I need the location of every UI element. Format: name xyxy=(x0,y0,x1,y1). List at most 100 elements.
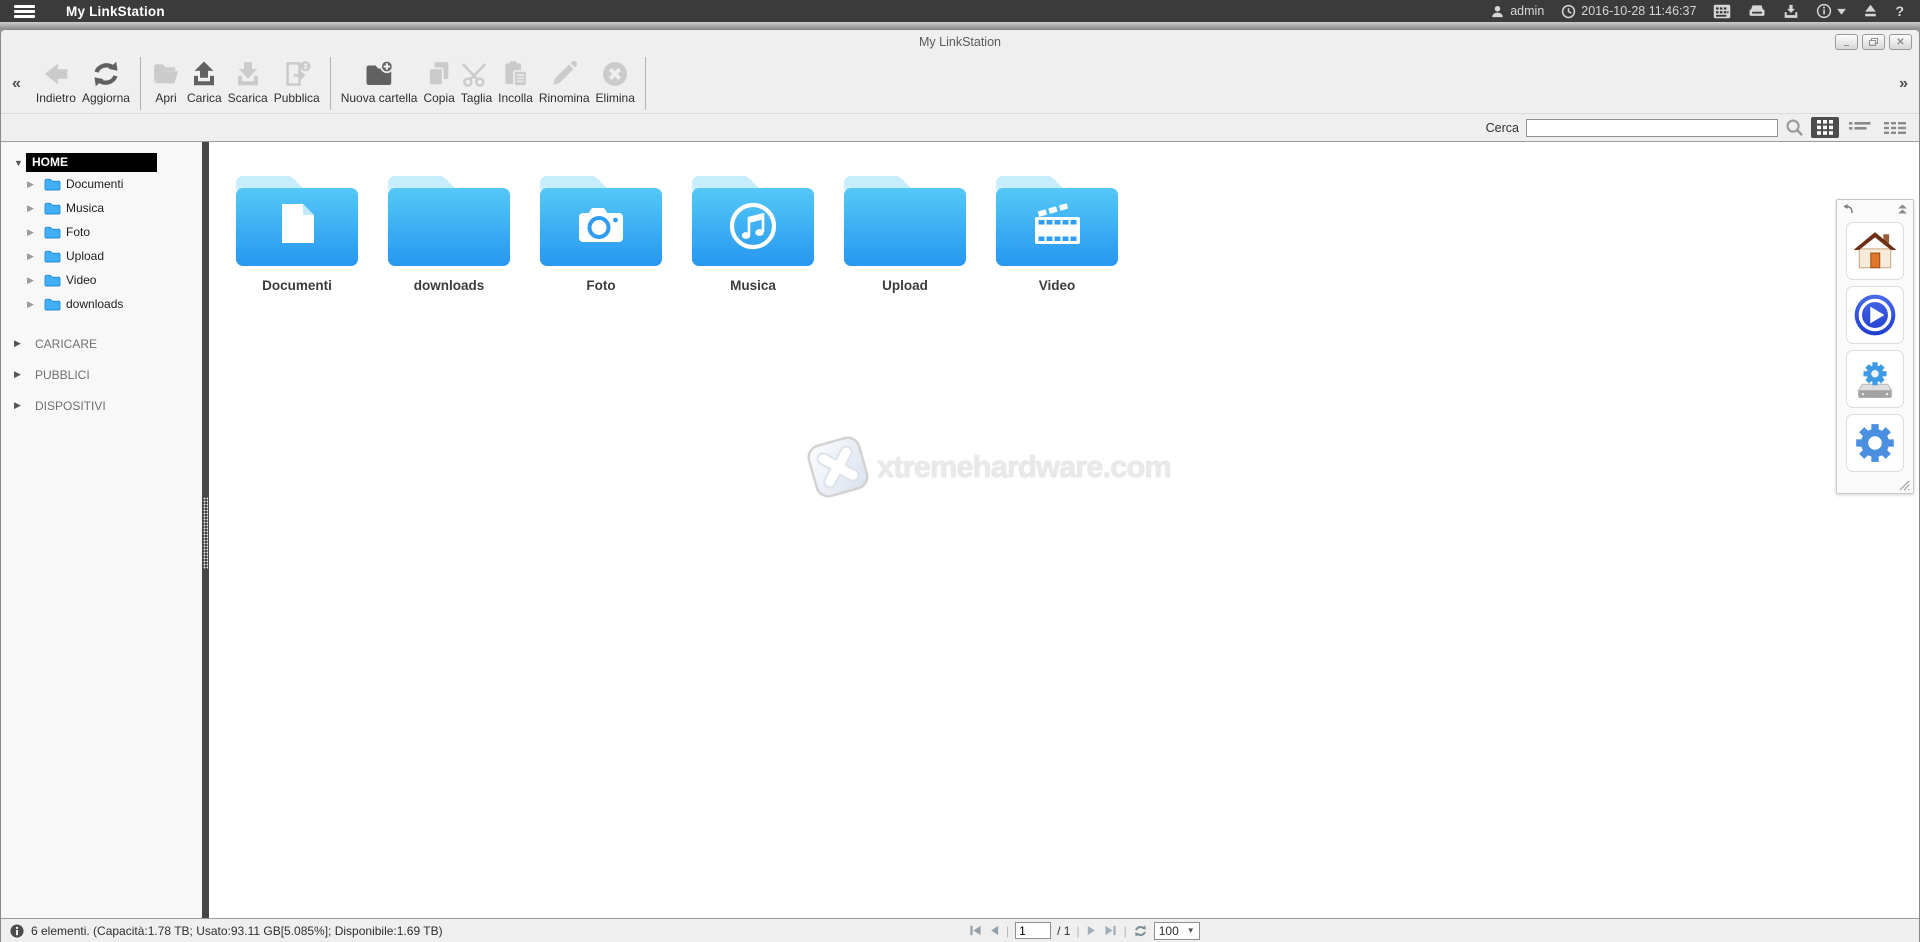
expander-right-icon[interactable]: ▶ xyxy=(27,251,39,262)
toolbar: « Indietro Aggiorna xyxy=(1,54,1919,114)
new-folder-button[interactable]: Nuova cartella xyxy=(338,57,421,113)
pager-refresh-icon xyxy=(1133,924,1148,938)
user-menu[interactable]: admin xyxy=(1490,4,1544,19)
folder-item-musica[interactable]: Musica xyxy=(677,173,829,293)
first-page-icon xyxy=(968,924,982,937)
collapse-icon[interactable] xyxy=(1897,203,1908,215)
page-size-select[interactable]: 100 ▼ xyxy=(1154,922,1200,940)
sidebar-item-documenti[interactable]: ▶ Documenti xyxy=(1,172,202,196)
media-player-button[interactable] xyxy=(1846,286,1904,344)
folder-item-documenti[interactable]: Documenti xyxy=(221,173,373,293)
folder-icon xyxy=(44,250,61,263)
sidebar-item-dispositivi[interactable]: ▶ DISPOSITIVI xyxy=(1,390,202,421)
folder-item-upload[interactable]: Upload xyxy=(829,173,981,293)
list-view-button[interactable] xyxy=(1846,117,1874,138)
sidebar-item-caricare[interactable]: ▶ CARICARE xyxy=(1,328,202,359)
pager-refresh-button[interactable] xyxy=(1133,924,1148,938)
toolbar-scroll-right[interactable]: » xyxy=(1894,75,1913,93)
paste-button[interactable]: Incolla xyxy=(495,57,536,113)
sidebar-item-foto[interactable]: ▶ Foto xyxy=(1,220,202,244)
search-input[interactable] xyxy=(1526,119,1778,137)
minimize-button[interactable]: – xyxy=(1835,34,1858,50)
sidebar-splitter[interactable] xyxy=(202,142,209,918)
apps-grid-icon[interactable] xyxy=(1713,4,1731,19)
open-button[interactable]: Apri xyxy=(148,57,184,113)
next-page-button[interactable] xyxy=(1086,924,1098,937)
search-icon[interactable] xyxy=(1785,118,1804,137)
resize-grip-icon xyxy=(1898,479,1910,491)
restore-button[interactable] xyxy=(1862,34,1885,50)
expander-right-icon[interactable]: ▶ xyxy=(27,299,39,310)
rename-button[interactable]: Rinomina xyxy=(536,57,593,113)
folder-item-video[interactable]: Video xyxy=(981,173,1133,293)
file-grid-panel: Documenti downloads xyxy=(209,142,1919,918)
toolbar-scroll-left[interactable]: « xyxy=(7,75,26,93)
close-button[interactable]: ✕ xyxy=(1889,34,1912,50)
download-tray-icon[interactable] xyxy=(1783,4,1799,19)
expander-right-icon[interactable]: ▶ xyxy=(27,203,39,214)
refresh-button[interactable]: Aggiorna xyxy=(79,57,133,113)
pager-separator: | xyxy=(1006,924,1009,938)
expander-right-icon[interactable]: ▶ xyxy=(27,275,39,286)
expander-right-icon[interactable]: ▶ xyxy=(14,369,26,380)
prev-page-icon xyxy=(988,924,1000,937)
window-titlebar[interactable]: My LinkStation – ✕ xyxy=(1,30,1919,54)
watermark: xtremehardware.com xyxy=(807,434,1171,500)
topbar-right: admin 2016-10-28 11:46:37 xyxy=(1490,3,1904,19)
expander-down-icon[interactable]: ▼ xyxy=(14,158,26,168)
rename-icon xyxy=(549,59,579,89)
status-bar: 6 elementi. (Capacità:1.78 TB; Usato:93.… xyxy=(1,918,1919,942)
copy-button[interactable]: Copia xyxy=(420,57,457,113)
caret-down-icon xyxy=(1837,8,1846,15)
chevron-down-icon: ▼ xyxy=(1187,926,1195,935)
sidebar-item-video[interactable]: ▶ Video xyxy=(1,268,202,292)
toolbar-separator xyxy=(645,57,646,110)
datetime: 2016-10-28 11:46:37 xyxy=(1581,4,1696,18)
expander-right-icon[interactable]: ▶ xyxy=(14,400,26,411)
upload-button[interactable]: Carica xyxy=(184,57,225,113)
tree-gap xyxy=(1,316,202,328)
delete-icon xyxy=(600,59,630,89)
publish-button[interactable]: Pubblica xyxy=(271,57,323,113)
username: admin xyxy=(1510,4,1544,18)
sidebar-item-downloads[interactable]: ▶ downloads xyxy=(1,292,202,316)
back-button[interactable]: Indietro xyxy=(33,57,79,113)
info-menu[interactable] xyxy=(1816,3,1846,19)
eject-icon[interactable] xyxy=(1863,4,1878,18)
undock-arrow-icon[interactable] xyxy=(1842,203,1854,215)
home-shortcut-button[interactable] xyxy=(1846,222,1904,280)
panel-resize-handle[interactable] xyxy=(1837,478,1913,493)
delete-button[interactable]: Elimina xyxy=(593,57,638,113)
sidebar-item-pubblici[interactable]: ▶ PUBBLICI xyxy=(1,359,202,390)
expander-right-icon[interactable]: ▶ xyxy=(27,227,39,238)
documents-folder-icon xyxy=(236,173,358,268)
first-page-button[interactable] xyxy=(968,924,982,937)
page-number-input[interactable] xyxy=(1015,922,1051,939)
folder-item-foto[interactable]: Foto xyxy=(525,173,677,293)
folder-item-downloads[interactable]: downloads xyxy=(373,173,525,293)
cut-button[interactable]: Taglia xyxy=(458,57,495,113)
disk-settings-button[interactable] xyxy=(1846,350,1904,408)
help-icon[interactable]: ? xyxy=(1895,3,1904,19)
printer-icon[interactable] xyxy=(1748,4,1766,18)
expander-right-icon[interactable]: ▶ xyxy=(14,338,26,349)
expander-right-icon[interactable]: ▶ xyxy=(27,179,39,190)
sidebar-item-upload[interactable]: ▶ Upload xyxy=(1,244,202,268)
settings-button[interactable] xyxy=(1846,414,1904,472)
list-view-icon xyxy=(1849,121,1871,135)
details-view-button[interactable] xyxy=(1881,117,1909,138)
info-badge-icon xyxy=(10,924,24,938)
sidebar-item-home[interactable]: ▼ HOME xyxy=(1,153,202,172)
photos-folder-icon xyxy=(540,173,662,268)
grid-view-button[interactable] xyxy=(1811,117,1839,138)
folder-icon xyxy=(44,274,61,287)
status-info: 6 elementi. (Capacità:1.78 TB; Usato:93.… xyxy=(10,924,443,938)
sidebar-item-musica[interactable]: ▶ Musica xyxy=(1,196,202,220)
download-button[interactable]: Scarica xyxy=(225,57,271,113)
details-view-icon xyxy=(1884,121,1906,135)
menu-icon[interactable] xyxy=(14,3,35,20)
last-page-button[interactable] xyxy=(1104,924,1118,937)
quick-panel-header xyxy=(1837,200,1913,216)
prev-page-button[interactable] xyxy=(988,924,1000,937)
page-size-value: 100 xyxy=(1159,924,1179,938)
